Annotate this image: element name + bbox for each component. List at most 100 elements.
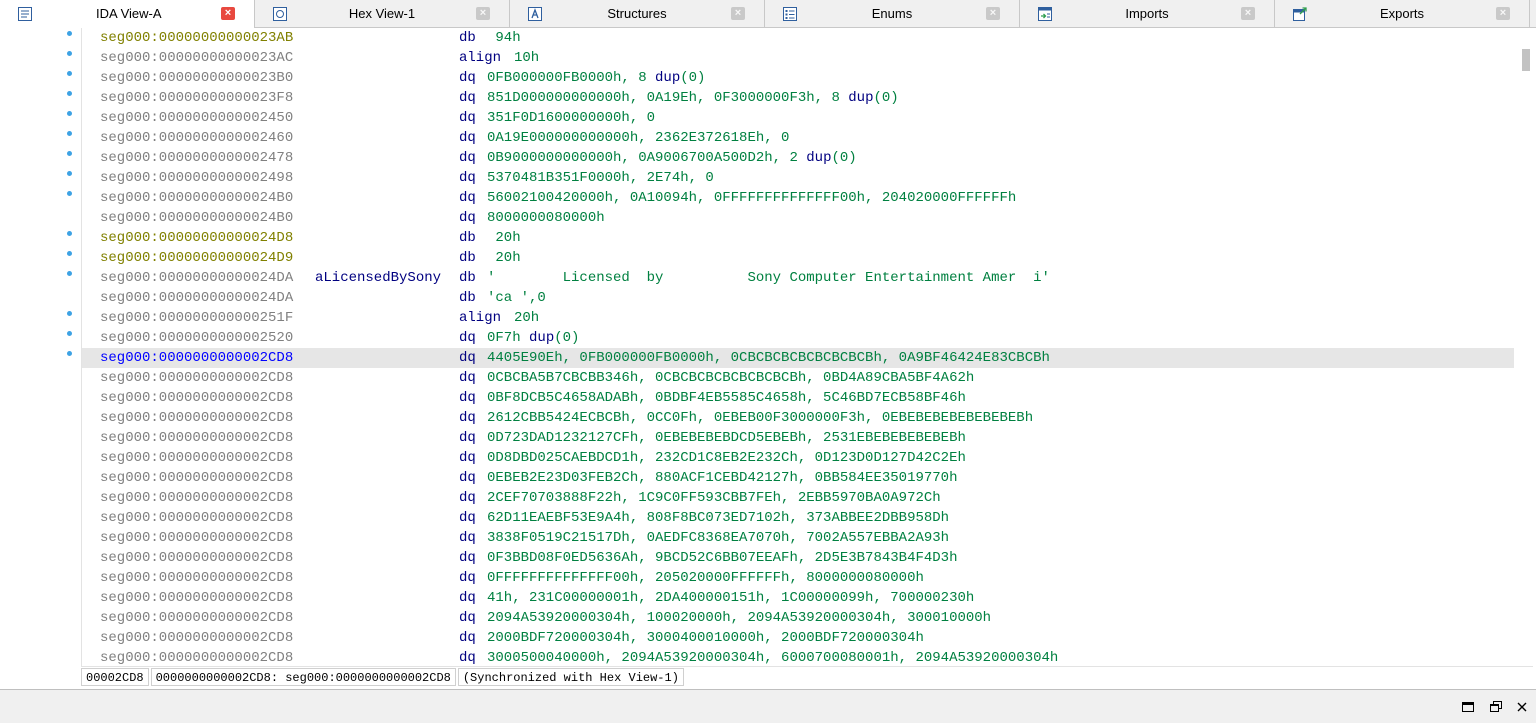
row-address[interactable]: seg000:00000000000024B0: [100, 188, 293, 208]
row-mnemonic[interactable]: dq: [459, 88, 476, 108]
listing-row[interactable]: seg000:0000000000002CD8 dq 2CEF70703888F22…: [82, 488, 1514, 508]
row-address[interactable]: seg000:0000000000002CD8: [100, 448, 293, 468]
row-operands[interactable]: 20h: [487, 228, 520, 248]
row-address[interactable]: seg000:0000000000002CD8: [100, 628, 293, 648]
breakpoint-dot[interactable]: [67, 231, 72, 236]
row-mnemonic[interactable]: dq: [459, 588, 476, 608]
listing-row[interactable]: seg000:0000000000002520 dq 0F7h dup(0): [82, 328, 1514, 348]
restore-icon[interactable]: [1489, 700, 1503, 714]
row-mnemonic[interactable]: db: [459, 268, 476, 288]
row-address[interactable]: seg000:0000000000002CD8: [100, 608, 293, 628]
close-icon[interactable]: ×: [476, 7, 490, 20]
row-address[interactable]: seg000:00000000000024DA: [100, 268, 293, 288]
row-mnemonic[interactable]: dq: [459, 568, 476, 588]
row-address[interactable]: seg000:0000000000002CD8: [100, 468, 293, 488]
row-mnemonic[interactable]: dq: [459, 548, 476, 568]
row-address[interactable]: seg000:00000000000024DA: [100, 288, 293, 308]
breakpoint-dot[interactable]: [67, 311, 72, 316]
row-operands[interactable]: 0CBCBA5B7CBCBB346h, 0CBCBCBCBCBCBCBCBh, …: [487, 368, 974, 388]
row-mnemonic[interactable]: dq: [459, 488, 476, 508]
listing-row[interactable]: seg000:0000000000002478 dq 0B9000000000000…: [82, 148, 1514, 168]
row-address[interactable]: seg000:00000000000023AB: [100, 28, 293, 48]
row-mnemonic[interactable]: dq: [459, 68, 476, 88]
row-address[interactable]: seg000:0000000000002CD8: [100, 568, 293, 588]
breakpoint-dot[interactable]: [67, 71, 72, 76]
close-icon[interactable]: ×: [731, 7, 745, 20]
row-mnemonic[interactable]: dq: [459, 368, 476, 388]
row-mnemonic[interactable]: dq: [459, 508, 476, 528]
listing-row[interactable]: seg000:0000000000002CD8 dq 0F3BBD08F0ED563…: [82, 548, 1514, 568]
close-icon[interactable]: [1515, 700, 1529, 714]
row-mnemonic[interactable]: dq: [459, 128, 476, 148]
row-operands[interactable]: 94h: [487, 28, 520, 48]
row-mnemonic[interactable]: db: [459, 28, 476, 48]
row-address[interactable]: seg000:0000000000002450: [100, 108, 293, 128]
listing-row[interactable]: seg000:0000000000002CD8 dq 0BF8DCB5C4658AD…: [82, 388, 1514, 408]
row-address[interactable]: seg000:0000000000002CD8: [100, 408, 293, 428]
tab-imports[interactable]: Imports ×: [1020, 0, 1275, 27]
row-address[interactable]: seg000:0000000000002CD8: [100, 508, 293, 528]
row-operands[interactable]: 0BF8DCB5C4658ADABh, 0BDBF4EB5585C4658h, …: [487, 388, 966, 408]
listing-row[interactable]: seg000:0000000000002CD8 dq 3000500040000h,…: [82, 648, 1514, 666]
listing-row[interactable]: seg000:0000000000002CD8 dq 3838F0519C21517…: [82, 528, 1514, 548]
row-operands[interactable]: 0D8DBD025CAEBDCD1h, 232CD1C8EB2E232Ch, 0…: [487, 448, 966, 468]
row-mnemonic[interactable]: dq: [459, 628, 476, 648]
breakpoint-dot[interactable]: [67, 111, 72, 116]
breakpoint-dot[interactable]: [67, 351, 72, 356]
row-address[interactable]: seg000:0000000000002478: [100, 148, 293, 168]
listing-row[interactable]: seg000:0000000000002CD8 dq 4405E90Eh, 0FB0…: [82, 348, 1514, 368]
row-address[interactable]: seg000:00000000000024D9: [100, 248, 293, 268]
row-address[interactable]: seg000:0000000000002CD8: [100, 588, 293, 608]
row-address[interactable]: seg000:000000000000251F: [100, 308, 293, 328]
breakpoint-dot[interactable]: [67, 131, 72, 136]
row-mnemonic[interactable]: db: [459, 248, 476, 268]
close-icon[interactable]: ×: [1241, 7, 1255, 20]
row-operands[interactable]: 0B9000000000000h, 0A9006700A500D2h, 2 du…: [487, 148, 857, 168]
close-icon[interactable]: ×: [1496, 7, 1510, 20]
row-operands[interactable]: 10h: [514, 48, 539, 68]
row-operands[interactable]: 2612CBB5424ECBCBh, 0CC0Fh, 0EBEB00F30000…: [487, 408, 1033, 428]
scrollbar-thumb[interactable]: [1522, 49, 1530, 71]
row-mnemonic[interactable]: dq: [459, 208, 476, 228]
row-operands[interactable]: 'ca ',0: [487, 288, 546, 308]
listing-row[interactable]: seg000:00000000000024B0 dq 8000000080000h: [82, 208, 1514, 228]
listing-row[interactable]: seg000:0000000000002CD8 dq 0CBCBA5B7CBCBB3…: [82, 368, 1514, 388]
listing-row[interactable]: seg000:000000000000251F align 20h: [82, 308, 1514, 328]
breakpoint-dot[interactable]: [67, 191, 72, 196]
row-mnemonic[interactable]: dq: [459, 428, 476, 448]
listing-row[interactable]: seg000:00000000000024DA aLicensedBySony db…: [82, 268, 1514, 288]
listing-row[interactable]: seg000:00000000000023F8 dq 851D00000000000…: [82, 88, 1514, 108]
row-operands[interactable]: 0EBEB2E23D03FEB2Ch, 880ACF1CEBD42127h, 0…: [487, 468, 957, 488]
breakpoint-dot[interactable]: [67, 171, 72, 176]
row-operands[interactable]: 851D000000000000h, 0A19Eh, 0F3000000F3h,…: [487, 88, 899, 108]
listing-row[interactable]: seg000:00000000000024B0 dq 56002100420000h…: [82, 188, 1514, 208]
row-address[interactable]: seg000:00000000000023AC: [100, 48, 293, 68]
tab-ida-view-a[interactable]: IDA View-A ×: [0, 0, 255, 28]
maximize-icon[interactable]: [1461, 700, 1475, 714]
row-mnemonic[interactable]: dq: [459, 348, 476, 368]
row-mnemonic[interactable]: dq: [459, 108, 476, 128]
listing-row[interactable]: seg000:00000000000023AB db 94h: [82, 28, 1514, 48]
row-mnemonic[interactable]: dq: [459, 528, 476, 548]
row-operands[interactable]: 56002100420000h, 0A10094h, 0FFFFFFFFFFFF…: [487, 188, 1016, 208]
row-address[interactable]: seg000:0000000000002CD8: [100, 488, 293, 508]
row-address[interactable]: seg000:0000000000002CD8: [100, 648, 293, 666]
row-mnemonic[interactable]: dq: [459, 408, 476, 428]
tab-exports[interactable]: Exports ×: [1275, 0, 1530, 27]
row-address[interactable]: seg000:00000000000023B0: [100, 68, 293, 88]
breakpoint-dot[interactable]: [67, 251, 72, 256]
row-operands[interactable]: 0A19E000000000000h, 2362E372618Eh, 0: [487, 128, 789, 148]
row-mnemonic[interactable]: align: [459, 308, 501, 328]
row-address[interactable]: seg000:0000000000002CD8: [100, 528, 293, 548]
row-mnemonic[interactable]: dq: [459, 328, 476, 348]
row-operands[interactable]: 0FFFFFFFFFFFFFF00h, 205020000FFFFFFh, 80…: [487, 568, 924, 588]
breakpoint-dot[interactable]: [67, 331, 72, 336]
row-operands[interactable]: 3838F0519C21517Dh, 0AEDFC8368EA7070h, 70…: [487, 528, 949, 548]
row-operands[interactable]: 351F0D1600000000h, 0: [487, 108, 655, 128]
row-operands[interactable]: 62D11EAEBF53E9A4h, 808F8BC073ED7102h, 37…: [487, 508, 949, 528]
row-operands[interactable]: 4405E90Eh, 0FB000000FB0000h, 0CBCBCBCBCB…: [487, 348, 1050, 368]
vertical-scrollbar[interactable]: [1515, 28, 1536, 666]
row-operands[interactable]: ' Licensed by Sony Computer Entertainmen…: [487, 268, 1050, 288]
row-operands[interactable]: 0FB000000FB0000h, 8 dup(0): [487, 68, 705, 88]
row-label[interactable]: aLicensedBySony: [315, 268, 441, 288]
